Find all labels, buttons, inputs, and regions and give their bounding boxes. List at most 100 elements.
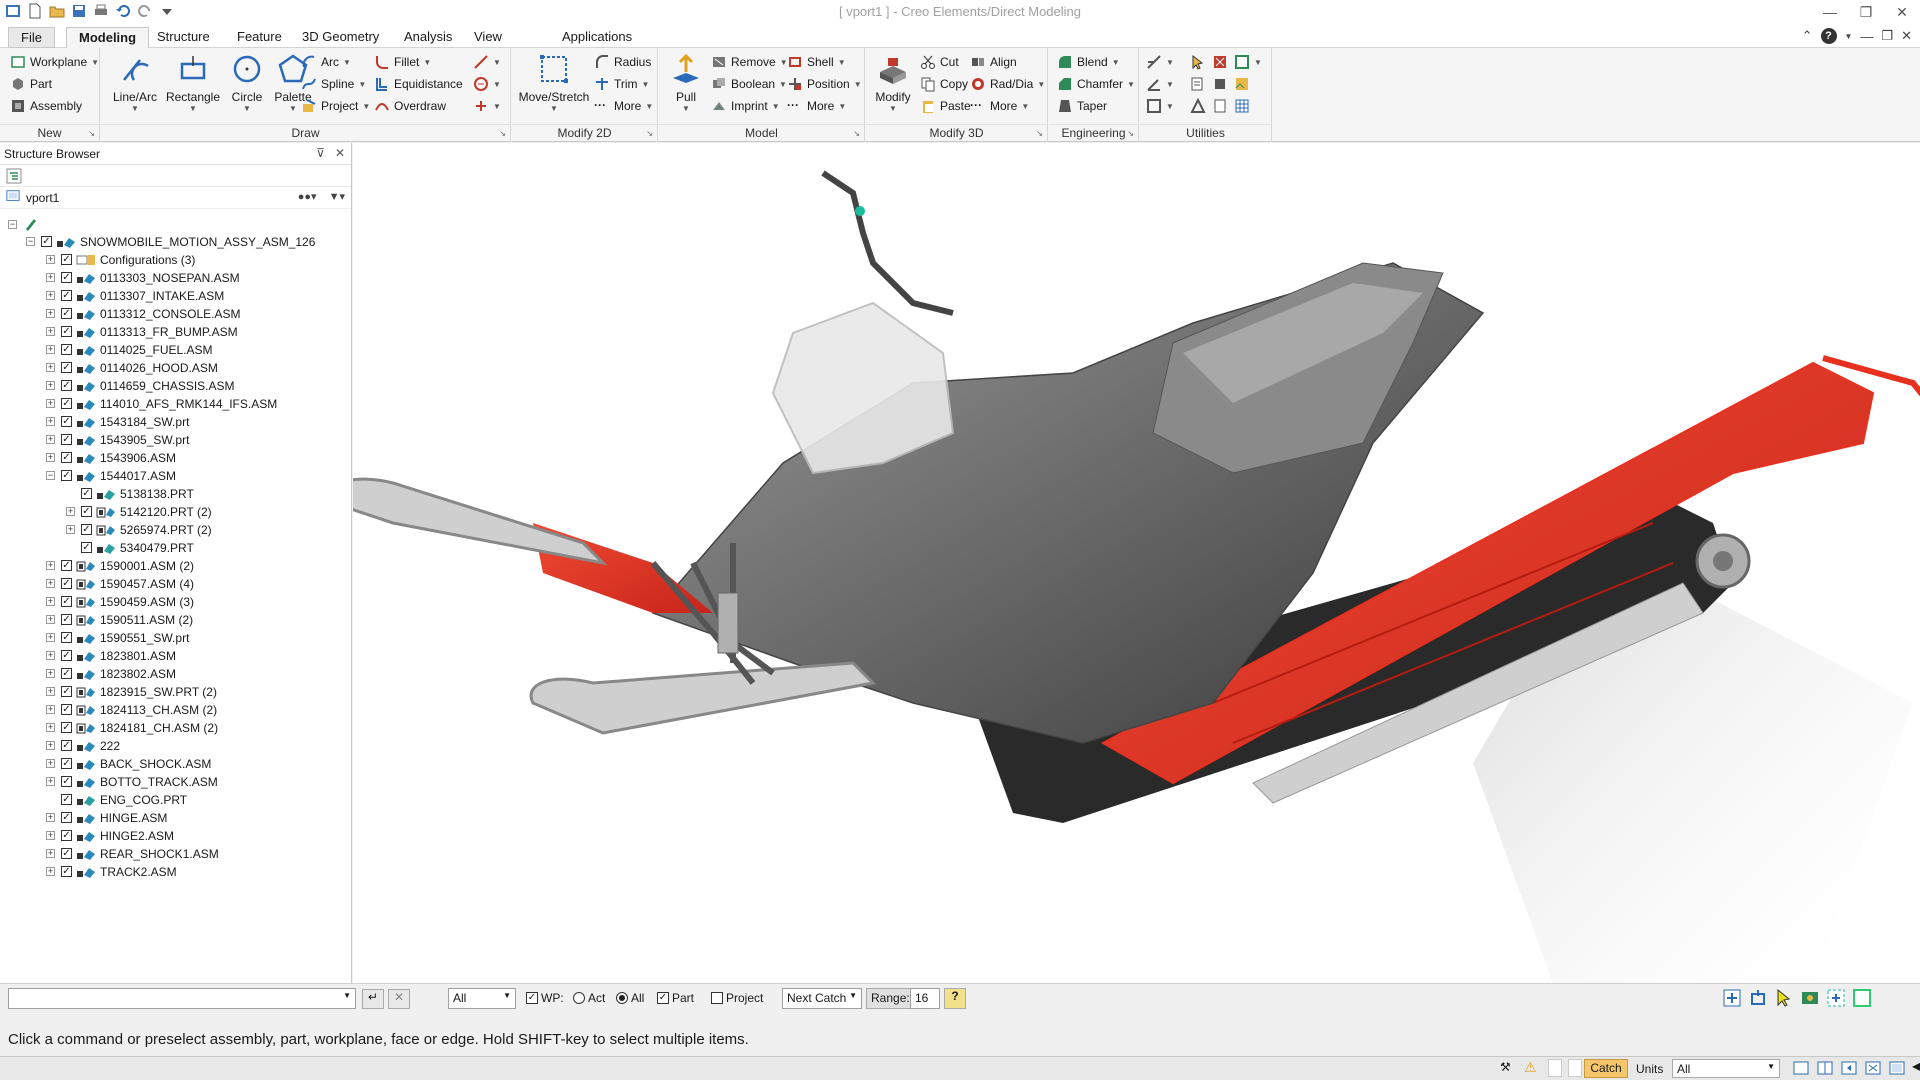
circle-style-dropdown[interactable]: ▼ bbox=[473, 74, 501, 94]
tree-row[interactable]: + ✓ 0114026_HOOD.ASM bbox=[0, 359, 350, 377]
panel-toggle-icon[interactable]: ◀▶ bbox=[1912, 1059, 1920, 1080]
tree-row[interactable]: + ✓ 1590459.ASM (3) bbox=[0, 593, 350, 611]
tree-row[interactable]: + ✓ 1823915_SW.PRT (2) bbox=[0, 683, 350, 701]
visibility-checkbox[interactable]: ✓ bbox=[61, 722, 72, 733]
visibility-checkbox[interactable]: ✓ bbox=[61, 830, 72, 841]
shell-button[interactable]: Shell ▼ bbox=[787, 52, 846, 72]
circle-button[interactable]: Circle ▼ bbox=[223, 52, 271, 122]
expand-icon[interactable]: + bbox=[46, 363, 55, 372]
tree-row[interactable]: − ✓ SNOWMOBILE_MOTION_ASSY_ASM_126 bbox=[0, 233, 350, 251]
act-radio[interactable]: Act bbox=[573, 991, 605, 1005]
tab-3d-geometry[interactable]: 3D Geometry bbox=[290, 27, 391, 48]
restore-doc-icon[interactable]: ❐ bbox=[1881, 28, 1893, 44]
project-checkbox[interactable]: Project bbox=[711, 991, 763, 1005]
wp-checkbox[interactable]: ✓ WP: bbox=[526, 991, 564, 1005]
expand-icon[interactable]: + bbox=[46, 453, 55, 462]
trim-button[interactable]: Trim ▼ bbox=[594, 74, 649, 94]
tree-row[interactable]: + ✓ HINGE2.ASM bbox=[0, 827, 350, 845]
select-cursor-icon[interactable] bbox=[1774, 988, 1794, 1011]
overdraw-button[interactable]: Overdraw bbox=[374, 96, 446, 116]
visibility-checkbox[interactable]: ✓ bbox=[61, 776, 72, 787]
visibility-checkbox[interactable]: ✓ bbox=[61, 848, 72, 859]
expand-icon[interactable]: + bbox=[46, 849, 55, 858]
visibility-checkbox[interactable]: ✓ bbox=[61, 470, 72, 481]
dialog-launcher-icon[interactable]: ↘ bbox=[646, 129, 653, 138]
visibility-checkbox[interactable]: ✓ bbox=[61, 308, 72, 319]
tree-row[interactable]: + ✓ 222 bbox=[0, 737, 350, 755]
dialog-launcher-icon[interactable]: ↘ bbox=[1036, 129, 1043, 138]
tree-row[interactable]: − ✓ 1544017.ASM bbox=[0, 467, 350, 485]
tree-row[interactable]: + ✓ 1590511.ASM (2) bbox=[0, 611, 350, 629]
part-checkbox[interactable]: ✓ Part bbox=[657, 991, 694, 1005]
expand-icon[interactable]: + bbox=[46, 327, 55, 336]
rectangle-button[interactable]: Rectangle ▼ bbox=[161, 52, 225, 122]
layout-icon[interactable] bbox=[1792, 1059, 1810, 1080]
all-radio[interactable]: All bbox=[616, 991, 644, 1005]
visibility-checkbox[interactable]: ✓ bbox=[61, 254, 72, 265]
collapse-icon[interactable]: − bbox=[46, 471, 55, 480]
tree-row[interactable]: + ✓ 114010_AFS_RMK144_IFS.ASM bbox=[0, 395, 350, 413]
visibility-checkbox[interactable]: ✓ bbox=[61, 668, 72, 679]
measure-dropdown[interactable]: ▼ bbox=[1146, 52, 1174, 72]
visibility-checkbox[interactable]: ✓ bbox=[61, 362, 72, 373]
tree-row[interactable]: + ✓ 0113303_NOSEPAN.ASM bbox=[0, 269, 350, 287]
align-button[interactable]: Align bbox=[970, 52, 1017, 72]
workplane-button[interactable]: Workplane ▼ bbox=[10, 52, 99, 72]
visibility-checkbox[interactable]: ✓ bbox=[61, 794, 72, 805]
part-button[interactable]: Part bbox=[10, 74, 52, 94]
command-input[interactable]: ▼ bbox=[8, 988, 356, 1009]
tree-row[interactable]: + ✓ 0113313_FR_BUMP.ASM bbox=[0, 323, 350, 341]
tree-row[interactable]: + ✓ 1590457.ASM (4) bbox=[0, 575, 350, 593]
prev-view-icon[interactable] bbox=[1840, 1059, 1858, 1080]
viewport-split-icon[interactable] bbox=[1816, 1059, 1834, 1080]
cancel-button[interactable]: ✕ bbox=[388, 989, 410, 1009]
visibility-checkbox[interactable]: ✓ bbox=[61, 740, 72, 751]
clash-tool-button[interactable] bbox=[1212, 52, 1228, 72]
expand-icon[interactable]: + bbox=[46, 309, 55, 318]
fillet-button[interactable]: Fillet ▼ bbox=[374, 52, 431, 72]
radius-button[interactable]: Radius bbox=[594, 52, 651, 72]
workplane-set-dropdown[interactable]: ▼ bbox=[1234, 52, 1262, 72]
cut-button[interactable]: Cut bbox=[920, 52, 959, 72]
next-catch-select[interactable]: Next Catch ▼ bbox=[782, 988, 862, 1009]
tab-view[interactable]: View bbox=[462, 27, 514, 48]
taper-button[interactable]: Taper bbox=[1057, 96, 1107, 116]
graphics-viewport[interactable] bbox=[329, 143, 1920, 983]
tree-row[interactable]: + ✓ 1823801.ASM bbox=[0, 647, 350, 665]
mass-tool-button[interactable] bbox=[1212, 74, 1228, 94]
visibility-checkbox[interactable]: ✓ bbox=[61, 596, 72, 607]
visibility-checkbox[interactable]: ✓ bbox=[81, 542, 92, 553]
more-model-button[interactable]: ··· More ▼ bbox=[787, 96, 846, 116]
pin-icon[interactable]: ⊽ bbox=[316, 146, 325, 160]
visibility-checkbox[interactable]: ✓ bbox=[81, 524, 92, 535]
visibility-checkbox[interactable]: ✓ bbox=[61, 326, 72, 337]
tree-row[interactable]: + ✓ Configurations (3) bbox=[0, 251, 350, 269]
tree-view-icon[interactable] bbox=[6, 168, 22, 187]
table-tool-button[interactable] bbox=[1234, 96, 1250, 116]
tree-row[interactable]: + ✓ 1543906.ASM bbox=[0, 449, 350, 467]
visibility-checkbox[interactable]: ✓ bbox=[61, 632, 72, 643]
line-style-dropdown[interactable]: ▼ bbox=[473, 52, 501, 72]
expand-icon[interactable]: + bbox=[46, 255, 55, 264]
spline-button[interactable]: Spline ▼ bbox=[301, 74, 366, 94]
visibility-checkbox[interactable]: ✓ bbox=[61, 866, 72, 877]
expand-icon[interactable]: + bbox=[46, 435, 55, 444]
dialog-launcher-icon[interactable]: ↘ bbox=[853, 129, 860, 138]
tree-row[interactable]: + ✓ BOTTO_TRACK.ASM bbox=[0, 773, 350, 791]
close-doc-icon[interactable]: ✕ bbox=[1901, 28, 1912, 44]
help-icon[interactable]: ? bbox=[1820, 28, 1837, 44]
visibility-checkbox[interactable]: ✓ bbox=[61, 398, 72, 409]
move-stretch-button[interactable]: Move/Stretch ▼ bbox=[516, 52, 592, 122]
boolean-button[interactable]: Boolean ▼ bbox=[711, 74, 787, 94]
tree-row[interactable]: + ✓ 5265974.PRT (2) bbox=[0, 521, 350, 539]
restore-button[interactable]: ❐ bbox=[1848, 0, 1884, 24]
visibility-checkbox[interactable]: ✓ bbox=[61, 578, 72, 589]
minimize-button[interactable]: — bbox=[1812, 0, 1848, 24]
expand-icon[interactable]: + bbox=[46, 651, 55, 660]
viewport-selector[interactable]: vport1 ●●▾ ▼▾ bbox=[0, 187, 351, 209]
screenshot-icon[interactable] bbox=[1800, 988, 1820, 1011]
visibility-checkbox[interactable]: ✓ bbox=[61, 434, 72, 445]
point-dropdown[interactable]: ▼ bbox=[473, 96, 501, 116]
imprint-button[interactable]: Imprint ▼ bbox=[711, 96, 780, 116]
arc-button[interactable]: Arc ▼ bbox=[301, 52, 351, 72]
